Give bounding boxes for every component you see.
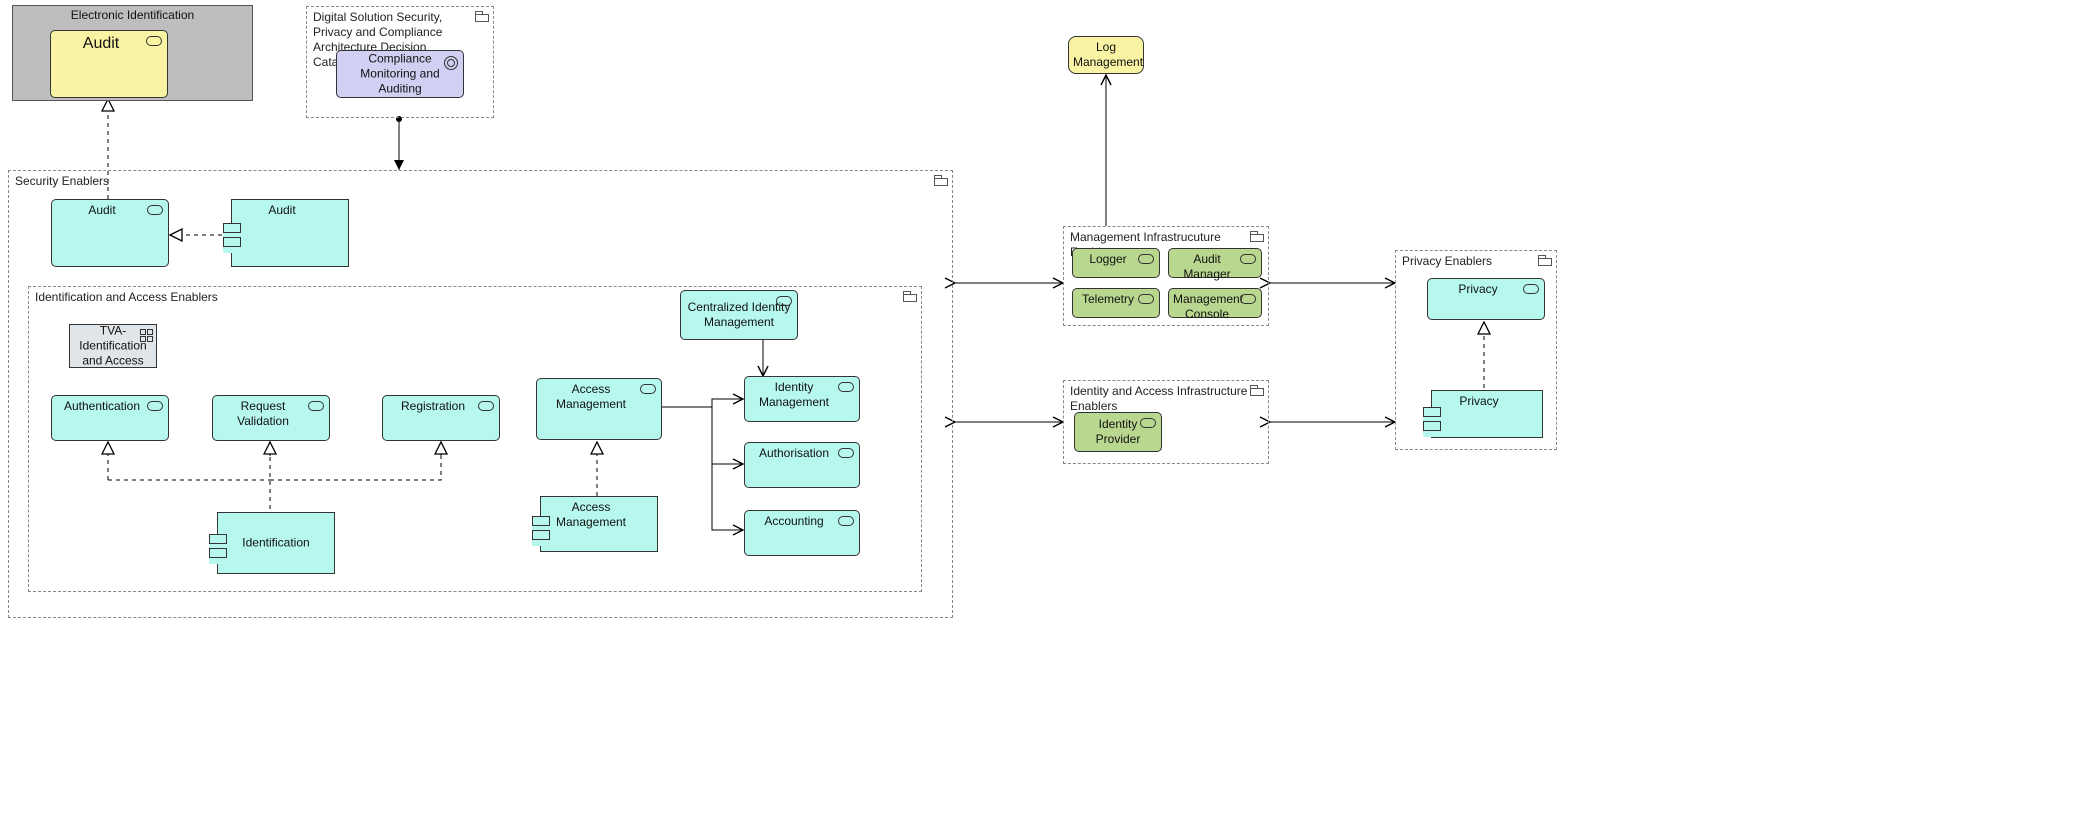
service-icon xyxy=(640,384,656,394)
node-identification-component[interactable]: Identification xyxy=(217,512,335,574)
node-access-management-component[interactable]: Access Management xyxy=(540,496,658,552)
service-icon xyxy=(1523,284,1539,294)
service-icon xyxy=(1140,418,1156,428)
service-icon xyxy=(776,296,792,306)
node-label: Management Console xyxy=(1173,292,1241,322)
service-icon xyxy=(147,401,163,411)
node-tva[interactable]: TVA- Identification and Access xyxy=(69,324,157,368)
node-telemetry[interactable]: Telemetry xyxy=(1072,288,1160,318)
node-centralized-identity-mgmt[interactable]: Centralized Identity Management xyxy=(680,290,798,340)
node-privacy-service[interactable]: Privacy xyxy=(1427,278,1545,320)
node-label: Privacy xyxy=(1436,394,1522,409)
node-label: Compliance Monitoring and Auditing xyxy=(341,52,459,97)
group-title: Electronic Identification xyxy=(13,8,252,22)
node-label: Registration xyxy=(387,399,479,414)
service-icon xyxy=(308,401,324,411)
node-request-validation[interactable]: Request Validation xyxy=(212,395,330,441)
service-icon xyxy=(1138,254,1154,264)
node-registration[interactable]: Registration xyxy=(382,395,500,441)
node-label: Logger xyxy=(1077,252,1139,267)
node-label: Identity Management xyxy=(749,380,839,410)
group-title: Privacy Enablers xyxy=(1402,254,1510,269)
folder-icon xyxy=(1538,255,1552,266)
node-identity-management[interactable]: Identity Management xyxy=(744,376,860,422)
node-accounting[interactable]: Accounting xyxy=(744,510,860,556)
node-logger[interactable]: Logger xyxy=(1072,248,1160,278)
node-audit-service[interactable]: Audit xyxy=(51,199,169,267)
node-label: Authentication xyxy=(56,399,148,414)
list-icon xyxy=(140,329,152,341)
node-audit-yellow[interactable]: Audit xyxy=(50,30,168,98)
node-identity-provider[interactable]: Identity Provider xyxy=(1074,412,1162,452)
service-icon xyxy=(838,448,854,458)
service-icon xyxy=(146,36,162,46)
node-privacy-component[interactable]: Privacy xyxy=(1431,390,1543,438)
group-title: Security Enablers xyxy=(15,174,127,189)
node-audit-manager[interactable]: Audit Manager xyxy=(1168,248,1262,278)
node-label: Audit xyxy=(55,34,147,54)
principle-icon xyxy=(444,56,458,70)
service-icon xyxy=(1240,254,1256,264)
folder-icon xyxy=(934,175,948,186)
node-label: Privacy xyxy=(1432,282,1524,297)
node-label: Log Management xyxy=(1073,40,1139,70)
folder-icon xyxy=(903,291,917,302)
node-compliance-monitoring-auditing[interactable]: Compliance Monitoring and Auditing xyxy=(336,50,464,98)
service-icon xyxy=(1240,294,1256,304)
service-icon xyxy=(838,516,854,526)
node-label: Identification xyxy=(222,536,330,551)
node-authentication[interactable]: Authentication xyxy=(51,395,169,441)
node-access-management[interactable]: Access Management xyxy=(536,378,662,440)
node-label: Authorisation xyxy=(749,446,839,461)
node-label: Access Management xyxy=(545,500,637,530)
node-label: Audit xyxy=(236,203,328,218)
group-title: Identity and Access Infrastructure Enabl… xyxy=(1070,384,1268,414)
node-label: Request Validation xyxy=(217,399,309,429)
node-label: Telemetry xyxy=(1077,292,1139,307)
node-label: Access Management xyxy=(541,382,641,412)
service-icon xyxy=(147,205,163,215)
node-audit-component[interactable]: Audit xyxy=(231,199,349,267)
service-icon xyxy=(478,401,494,411)
node-label: Accounting xyxy=(749,514,839,529)
service-icon xyxy=(1138,294,1154,304)
group-title: Identification and Access Enablers xyxy=(35,290,236,305)
service-icon xyxy=(838,382,854,392)
node-label: Audit Manager xyxy=(1173,252,1241,282)
node-log-management[interactable]: Log Management xyxy=(1068,36,1144,74)
node-authorisation[interactable]: Authorisation xyxy=(744,442,860,488)
node-label: Audit xyxy=(56,203,148,218)
node-management-console[interactable]: Management Console xyxy=(1168,288,1262,318)
